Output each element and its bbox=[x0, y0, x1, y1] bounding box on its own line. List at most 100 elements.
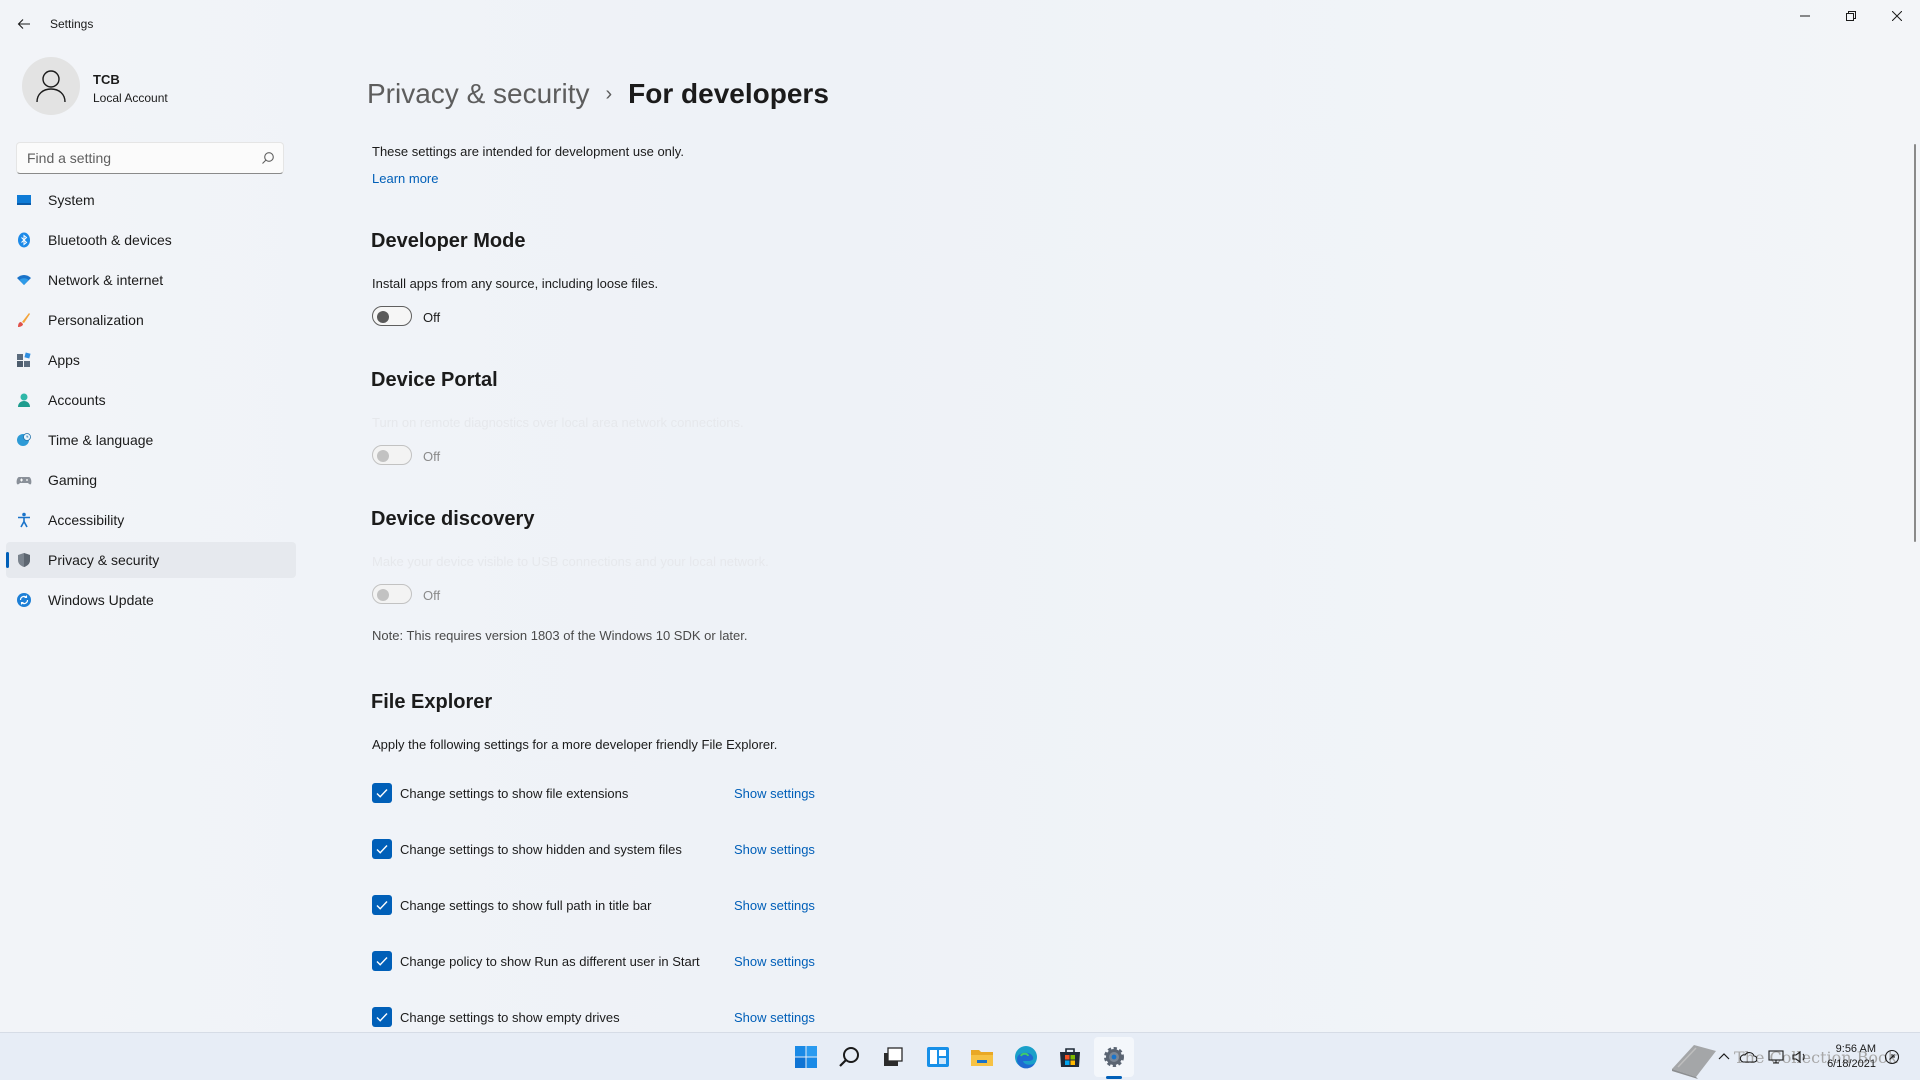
chevron-right-icon: › bbox=[605, 82, 613, 105]
back-button[interactable] bbox=[10, 10, 38, 38]
developer-mode-description: Install apps from any source, including … bbox=[372, 276, 659, 291]
avatar[interactable] bbox=[22, 57, 80, 115]
device-portal-state: Off bbox=[423, 449, 441, 464]
clock-date: 6/18/2021 bbox=[1827, 1058, 1876, 1070]
option-checkbox[interactable] bbox=[372, 895, 392, 915]
edge-icon bbox=[1015, 1046, 1037, 1069]
system-clock[interactable]: 9:56 AM 6/18/2021 bbox=[1816, 1042, 1876, 1072]
option-checkbox[interactable] bbox=[372, 783, 392, 803]
file-explorer-option: Change settings to show hidden and syste… bbox=[372, 839, 832, 859]
back-arrow-icon bbox=[17, 19, 30, 29]
learn-more-link[interactable]: Learn more bbox=[372, 171, 438, 186]
sidebar-item-apps[interactable]: Apps bbox=[6, 342, 296, 378]
taskbar-search-button[interactable] bbox=[830, 1037, 870, 1077]
option-checkbox[interactable] bbox=[372, 839, 392, 859]
sidebar-item-label: Privacy & security bbox=[48, 552, 160, 568]
store-icon bbox=[1060, 1048, 1080, 1067]
page-title: For developers bbox=[628, 78, 829, 109]
option-label: Change settings to show hidden and syste… bbox=[400, 842, 682, 857]
file-explorer-icon bbox=[971, 1050, 993, 1066]
cloud-icon bbox=[1739, 1052, 1757, 1063]
apps-icon bbox=[16, 352, 32, 368]
checkmark-icon bbox=[376, 789, 388, 798]
sidebar-item-label: Accessibility bbox=[48, 512, 125, 528]
search-icon bbox=[839, 1047, 859, 1067]
sidebar-item-bluetooth[interactable]: Bluetooth & devices bbox=[6, 222, 296, 258]
close-button[interactable] bbox=[1874, 0, 1920, 32]
search-icon[interactable] bbox=[261, 151, 275, 165]
sidebar-item-label: Apps bbox=[48, 352, 80, 368]
device-discovery-toggle[interactable] bbox=[372, 584, 412, 604]
sidebar-item-accessibility[interactable]: Accessibility bbox=[6, 502, 296, 538]
edge-button[interactable] bbox=[1006, 1037, 1046, 1077]
breadcrumb-parent[interactable]: Privacy & security bbox=[367, 78, 590, 110]
developer-mode-heading: Developer Mode bbox=[371, 230, 526, 252]
minimize-button[interactable] bbox=[1782, 0, 1828, 32]
sidebar-item-windows-update[interactable]: Windows Update bbox=[6, 582, 296, 618]
restore-button[interactable] bbox=[1828, 0, 1874, 32]
notification-icon bbox=[1884, 1049, 1900, 1065]
checkmark-icon bbox=[376, 845, 388, 854]
accessibility-icon bbox=[16, 512, 32, 528]
show-settings-link[interactable]: Show settings bbox=[734, 954, 815, 969]
show-settings-link[interactable]: Show settings bbox=[734, 1010, 815, 1025]
sidebar-item-label: Accounts bbox=[48, 392, 106, 408]
store-button[interactable] bbox=[1050, 1037, 1090, 1077]
person-icon bbox=[16, 392, 32, 408]
brush-icon bbox=[16, 312, 32, 328]
option-checkbox[interactable] bbox=[372, 951, 392, 971]
file-explorer-button[interactable] bbox=[962, 1037, 1002, 1077]
start-button[interactable] bbox=[786, 1037, 826, 1077]
restore-icon bbox=[1846, 11, 1856, 21]
intro-text: These settings are intended for developm… bbox=[372, 144, 684, 159]
title-bar: Settings bbox=[0, 0, 1920, 48]
device-portal-toggle[interactable] bbox=[372, 445, 412, 465]
widgets-button[interactable] bbox=[918, 1037, 958, 1077]
sdk-note: Note: This requires version 1803 of the … bbox=[372, 628, 748, 643]
device-discovery-heading: Device discovery bbox=[371, 508, 535, 530]
show-settings-link[interactable]: Show settings bbox=[734, 842, 815, 857]
sidebar-item-privacy-security[interactable]: Privacy & security bbox=[6, 542, 296, 578]
show-hidden-icons-button[interactable] bbox=[1714, 1047, 1734, 1067]
show-settings-link[interactable]: Show settings bbox=[734, 898, 815, 913]
file-explorer-option: Change policy to show Run as different u… bbox=[372, 951, 832, 971]
sidebar-item-network[interactable]: Network & internet bbox=[6, 262, 296, 298]
wifi-icon bbox=[16, 272, 32, 288]
scrollbar[interactable] bbox=[1914, 144, 1916, 542]
device-discovery-state: Off bbox=[423, 588, 441, 603]
sidebar-item-time-language[interactable]: Time & language bbox=[6, 422, 296, 458]
volume-button[interactable] bbox=[1790, 1047, 1810, 1067]
app-title: Settings bbox=[50, 17, 94, 31]
sidebar-item-label: Time & language bbox=[48, 432, 154, 448]
task-view-button[interactable] bbox=[873, 1037, 913, 1077]
account-type: Local Account bbox=[93, 91, 168, 105]
sidebar-item-system[interactable]: System bbox=[6, 182, 296, 218]
settings-taskbar-button[interactable] bbox=[1094, 1037, 1134, 1077]
search-box[interactable] bbox=[16, 142, 284, 174]
file-explorer-option: Change settings to show file extensions … bbox=[372, 783, 832, 803]
settings-window: Settings TCB Local Account System Blueto… bbox=[0, 0, 1920, 1032]
option-checkbox[interactable] bbox=[372, 1007, 392, 1027]
active-app-indicator bbox=[1106, 1076, 1122, 1079]
developer-mode-toggle[interactable] bbox=[372, 306, 412, 326]
show-settings-link[interactable]: Show settings bbox=[734, 786, 815, 801]
chevron-up-icon bbox=[1718, 1053, 1730, 1060]
sidebar-item-accounts[interactable]: Accounts bbox=[6, 382, 296, 418]
sidebar-item-gaming[interactable]: Gaming bbox=[6, 462, 296, 498]
checkmark-icon bbox=[376, 957, 388, 966]
onedrive-button[interactable] bbox=[1738, 1047, 1758, 1067]
globe-clock-icon bbox=[16, 432, 32, 448]
notifications-button[interactable] bbox=[1882, 1047, 1902, 1067]
search-input[interactable] bbox=[17, 143, 253, 173]
network-button[interactable] bbox=[1766, 1047, 1786, 1067]
start-icon bbox=[795, 1046, 817, 1068]
sidebar-item-personalization[interactable]: Personalization bbox=[6, 302, 296, 338]
toggle-knob bbox=[377, 311, 389, 323]
close-icon bbox=[1892, 11, 1902, 21]
taskbar: The Collection Book 9:56 AM 6/18/2021 bbox=[0, 1032, 1920, 1080]
shield-icon bbox=[16, 552, 32, 568]
breadcrumb: Privacy & security › For developers bbox=[367, 78, 829, 110]
widgets-icon bbox=[927, 1047, 949, 1067]
device-discovery-description: Make your device visible to USB connecti… bbox=[372, 554, 769, 569]
speaker-icon bbox=[1792, 1050, 1805, 1064]
